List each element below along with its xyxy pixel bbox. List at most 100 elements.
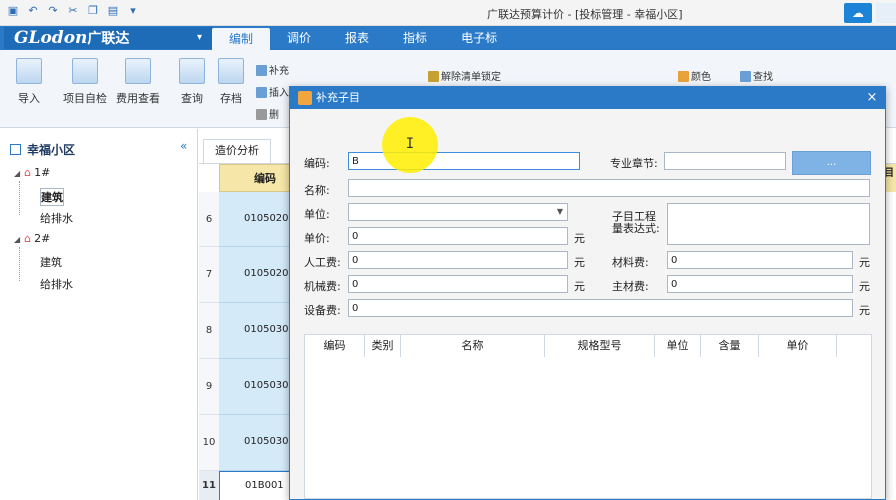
query-icon bbox=[179, 58, 205, 84]
import-button[interactable]: 导入 bbox=[12, 58, 46, 106]
insert-label: 插入 bbox=[269, 88, 289, 99]
tree-child-building-2[interactable]: 建筑 bbox=[40, 254, 62, 270]
collapse-panel-icon[interactable]: « bbox=[180, 139, 187, 153]
name-label: 名称: bbox=[304, 184, 330, 197]
tree-node-1[interactable]: ◢ ⌂ 1# bbox=[14, 166, 50, 179]
save-button[interactable]: 存档 bbox=[216, 58, 246, 106]
color-button[interactable]: 颜色 bbox=[678, 68, 711, 83]
unit-select[interactable]: ▼ bbox=[348, 203, 568, 221]
main-material-label: 主材费: bbox=[612, 280, 649, 293]
tree-node-label: 1# bbox=[34, 166, 51, 179]
tree-node-2[interactable]: ◢ ⌂ 2# bbox=[14, 232, 50, 245]
color-icon bbox=[678, 71, 689, 82]
delete-button[interactable]: 删 bbox=[256, 106, 279, 121]
self-check-label: 项目自检 bbox=[63, 92, 107, 105]
tab-adjust-price[interactable]: 调价 bbox=[270, 26, 328, 50]
tab-cost-analysis[interactable]: 造价分析 bbox=[203, 139, 271, 163]
expand-icon[interactable]: ◢ bbox=[14, 169, 20, 178]
query-label: 查询 bbox=[181, 92, 203, 105]
building-icon: ⌂ bbox=[24, 232, 32, 245]
tab-edit[interactable]: 编制 bbox=[212, 28, 271, 50]
fee-view-icon bbox=[125, 58, 151, 84]
dialog-app-icon bbox=[298, 91, 312, 105]
text-cursor-icon: I bbox=[405, 136, 415, 152]
find-button[interactable]: 查找 bbox=[740, 68, 773, 83]
undo-icon[interactable]: ↶ bbox=[26, 4, 40, 18]
name-field[interactable] bbox=[348, 179, 870, 197]
cloud-icon[interactable]: ☁ bbox=[844, 3, 872, 23]
formula-textarea[interactable] bbox=[667, 203, 870, 245]
tab-reports[interactable]: 报表 bbox=[328, 26, 386, 50]
dialog-title-bar[interactable]: 补充子目 × bbox=[290, 87, 885, 109]
insert-button[interactable]: 插入 bbox=[256, 84, 289, 99]
logo-cn-text: 广联达 bbox=[87, 31, 130, 47]
unit-yuan: 元 bbox=[859, 280, 870, 293]
supplement-label: 补充 bbox=[269, 66, 289, 77]
labor-field[interactable] bbox=[348, 251, 568, 269]
row-number: 6 bbox=[199, 192, 219, 247]
col-quantity[interactable]: 含量 bbox=[701, 335, 759, 357]
tree-child-building-1[interactable]: 建筑 bbox=[40, 188, 64, 206]
copy-icon[interactable]: ❐ bbox=[86, 4, 100, 18]
color-label: 颜色 bbox=[691, 72, 711, 83]
equipment-field[interactable] bbox=[348, 299, 853, 317]
fee-view-button[interactable]: 费用查看 bbox=[114, 58, 162, 106]
lock-icon bbox=[428, 71, 439, 82]
tab-e-bid[interactable]: 电子标 bbox=[444, 26, 514, 50]
unit-yuan: 元 bbox=[574, 256, 585, 269]
chapter-browse-button[interactable]: ... bbox=[792, 151, 871, 175]
self-check-icon bbox=[72, 58, 98, 84]
machine-field[interactable] bbox=[348, 275, 568, 293]
row-number: 7 bbox=[199, 247, 219, 303]
redo-icon[interactable]: ↷ bbox=[46, 4, 60, 18]
unlock-list-button[interactable]: 解除清单锁定 bbox=[428, 68, 501, 83]
paste-icon[interactable]: ▤ bbox=[106, 4, 120, 18]
col-spec[interactable]: 规格型号 bbox=[545, 335, 655, 357]
expand-icon[interactable]: ◢ bbox=[14, 235, 20, 244]
unit-yuan: 元 bbox=[859, 256, 870, 269]
row-number: 9 bbox=[199, 359, 219, 415]
project-name[interactable]: 幸福小区 bbox=[10, 141, 75, 158]
close-icon[interactable]: × bbox=[862, 87, 882, 109]
col-name[interactable]: 名称 bbox=[401, 335, 545, 357]
query-button[interactable]: 查询 bbox=[176, 58, 208, 106]
quick-access-toolbar: ▣ ↶ ↷ ✂ ❐ ▤ ▾ bbox=[6, 4, 140, 18]
col-unit[interactable]: 单位 bbox=[655, 335, 701, 357]
archive-icon bbox=[218, 58, 244, 84]
row-number: 8 bbox=[199, 303, 219, 359]
tab-indicators[interactable]: 指标 bbox=[386, 26, 444, 50]
chevron-down-icon: ▾ bbox=[196, 32, 202, 43]
fee-view-label: 费用查看 bbox=[116, 92, 160, 105]
unit-price-label: 单价: bbox=[304, 232, 330, 245]
material-label: 材料费: bbox=[612, 256, 649, 269]
tree-connector bbox=[19, 181, 20, 215]
resource-table-header: 编码 类别 名称 规格型号 单位 含量 单价 bbox=[305, 335, 837, 357]
tree-child-drainage-2[interactable]: 给排水 bbox=[40, 276, 73, 292]
delete-label: 删 bbox=[269, 110, 279, 121]
tree-child-drainage-1[interactable]: 给排水 bbox=[40, 210, 73, 226]
project-icon bbox=[10, 144, 21, 155]
material-field[interactable] bbox=[667, 251, 853, 269]
window-title: 广联达预算计价 - [投标管理 - 幸福小区] bbox=[487, 8, 683, 21]
equipment-label: 设备费: bbox=[304, 304, 341, 317]
app-logo-menu[interactable]: GLodon广联达 ▾ bbox=[4, 27, 212, 49]
import-label: 导入 bbox=[18, 92, 40, 105]
cut-icon[interactable]: ✂ bbox=[66, 4, 80, 18]
main-material-field[interactable] bbox=[667, 275, 853, 293]
save-icon[interactable]: ▣ bbox=[6, 4, 20, 18]
col-unit-price[interactable]: 单价 bbox=[759, 335, 837, 357]
labor-label: 人工费: bbox=[304, 256, 341, 269]
col-category[interactable]: 类别 bbox=[365, 335, 401, 357]
self-check-button[interactable]: 项目自检 bbox=[60, 58, 110, 106]
col-code[interactable]: 编码 bbox=[305, 335, 365, 357]
window-control-button[interactable] bbox=[876, 3, 896, 23]
machine-label: 机械费: bbox=[304, 280, 341, 293]
menu-bar: GLodon广联达 ▾ 编制 调价 报表 指标 电子标 bbox=[0, 26, 896, 50]
chapter-field[interactable] bbox=[664, 152, 786, 170]
unit-label: 单位: bbox=[304, 208, 330, 221]
supplement-button[interactable]: 补充 bbox=[256, 62, 289, 77]
unit-price-field[interactable] bbox=[348, 227, 568, 245]
customize-arrow-icon[interactable]: ▾ bbox=[126, 4, 140, 18]
dialog-body: 编码: 专业章节: ... 名称: 单位: ▼ 子目工程量表达式: 单价: 元 … bbox=[290, 109, 885, 499]
title-bar: ▣ ↶ ↷ ✂ ❐ ▤ ▾ 广联达预算计价 - [投标管理 - 幸福小区] ☁ bbox=[0, 0, 896, 26]
